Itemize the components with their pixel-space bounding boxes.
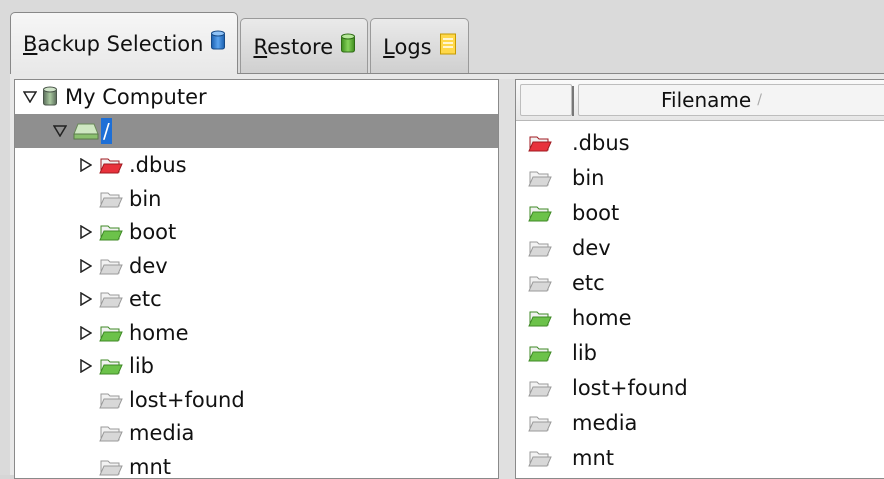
tree-row[interactable]: boot: [15, 215, 498, 249]
folder-green-icon: [528, 204, 552, 222]
collapse-triangle-icon[interactable]: [53, 124, 67, 138]
list-item-filename: boot: [572, 201, 619, 225]
tree-row[interactable]: .dbus: [15, 148, 498, 182]
list-item[interactable]: mnt: [516, 440, 884, 475]
list-item-filename: home: [572, 306, 632, 330]
tree-item-label: lost+found: [129, 388, 245, 412]
tree-item-label: media: [129, 421, 194, 445]
list-item-filename: bin: [572, 166, 604, 190]
expand-triangle-icon[interactable]: [79, 259, 93, 273]
list-item[interactable]: lost+found: [516, 370, 884, 405]
expander-placeholder: [79, 393, 93, 407]
tab-label: Restore: [253, 35, 333, 59]
tree-row[interactable]: bin: [15, 182, 498, 216]
folder-grey-icon: [528, 274, 552, 292]
folder-grey-icon: [99, 290, 123, 308]
tree-item-label: dev: [129, 254, 168, 278]
tree-row-my-computer[interactable]: My Computer: [15, 80, 498, 114]
list-item[interactable]: media: [516, 405, 884, 440]
drive-icon: [73, 122, 99, 140]
tab-label: Backup Selection: [23, 32, 203, 56]
file-tree[interactable]: My Computer / .dbus bin boot dev etc home lib l…: [14, 79, 499, 479]
folder-grey-icon: [528, 414, 552, 432]
folder-green-icon: [99, 357, 123, 375]
folder-red-icon: [99, 156, 123, 174]
backup-app-window: Backup Selection Restore Logs: [0, 0, 884, 475]
collapse-triangle-icon[interactable]: [23, 90, 37, 104]
folder-green-icon: [99, 223, 123, 241]
tree-row[interactable]: lib: [15, 349, 498, 383]
column-resize-handle[interactable]: [572, 86, 574, 116]
expand-triangle-icon[interactable]: [79, 225, 93, 239]
list-item-filename: .dbus: [572, 131, 630, 155]
tree-item-label: /: [101, 118, 112, 144]
database-blue-icon: [211, 30, 225, 57]
tree-row[interactable]: dev: [15, 249, 498, 283]
list-item[interactable]: bin: [516, 160, 884, 195]
tree-item-label: bin: [129, 187, 161, 211]
tree-row[interactable]: etc: [15, 282, 498, 316]
folder-green-icon: [528, 344, 552, 362]
tab-bar: Backup Selection Restore Logs: [10, 12, 884, 74]
tree-row-root[interactable]: /: [15, 114, 498, 148]
expand-triangle-icon[interactable]: [79, 292, 93, 306]
pane-splitter[interactable]: [499, 79, 515, 479]
tree-row[interactable]: lost+found: [15, 383, 498, 417]
expander-placeholder: [79, 192, 93, 206]
list-item[interactable]: etc: [516, 265, 884, 300]
header-filename-column[interactable]: Filename /: [578, 84, 884, 116]
tab-label: Logs: [383, 35, 431, 59]
list-item-filename: lib: [572, 341, 597, 365]
list-item[interactable]: boot: [516, 195, 884, 230]
list-item[interactable]: dev: [516, 230, 884, 265]
folder-red-icon: [528, 134, 552, 152]
list-item[interactable]: lib: [516, 335, 884, 370]
folder-grey-icon: [528, 169, 552, 187]
folder-grey-icon: [528, 379, 552, 397]
list-header: Filename /: [516, 80, 884, 121]
list-item-filename: dev: [572, 236, 611, 260]
expand-triangle-icon[interactable]: [79, 158, 93, 172]
expander-placeholder: [79, 426, 93, 440]
folder-grey-icon: [99, 391, 123, 409]
list-item-filename: mnt: [572, 446, 614, 470]
tab-logs[interactable]: Logs: [370, 18, 468, 74]
list-item-filename: media: [572, 411, 637, 435]
list-item-filename: lost+found: [572, 376, 688, 400]
folder-green-icon: [528, 309, 552, 327]
tree-row[interactable]: home: [15, 316, 498, 350]
folder-grey-icon: [99, 257, 123, 275]
expand-triangle-icon[interactable]: [79, 359, 93, 373]
folder-grey-icon: [99, 424, 123, 442]
folder-grey-icon: [99, 190, 123, 208]
sort-ascending-icon: /: [757, 92, 762, 108]
expand-triangle-icon[interactable]: [79, 326, 93, 340]
tree-item-label: home: [129, 321, 189, 345]
tree-item-label: My Computer: [65, 85, 207, 109]
header-filename-label: Filename: [661, 88, 751, 112]
tree-item-label: .dbus: [129, 153, 187, 177]
folder-grey-icon: [528, 239, 552, 257]
list-item[interactable]: home: [516, 300, 884, 335]
list-item-filename: etc: [572, 271, 605, 295]
list-item[interactable]: .dbus: [516, 125, 884, 160]
header-checkbox-column[interactable]: [520, 84, 572, 116]
folder-grey-icon: [99, 458, 123, 476]
computer-database-icon: [43, 86, 57, 108]
tab-restore[interactable]: Restore: [240, 18, 368, 74]
tree-item-label: lib: [129, 354, 154, 378]
tree-item-label: etc: [129, 287, 162, 311]
database-green-icon: [341, 33, 355, 60]
folder-grey-icon: [528, 449, 552, 467]
tree-row[interactable]: media: [15, 416, 498, 450]
tree-item-label: boot: [129, 220, 176, 244]
expander-placeholder: [79, 460, 93, 474]
folder-green-icon: [99, 324, 123, 342]
file-list[interactable]: Filename / .dbus bin boot dev etc home lib lost…: [515, 79, 884, 479]
log-document-icon: [440, 33, 456, 60]
tab-backup-selection[interactable]: Backup Selection: [10, 12, 238, 74]
